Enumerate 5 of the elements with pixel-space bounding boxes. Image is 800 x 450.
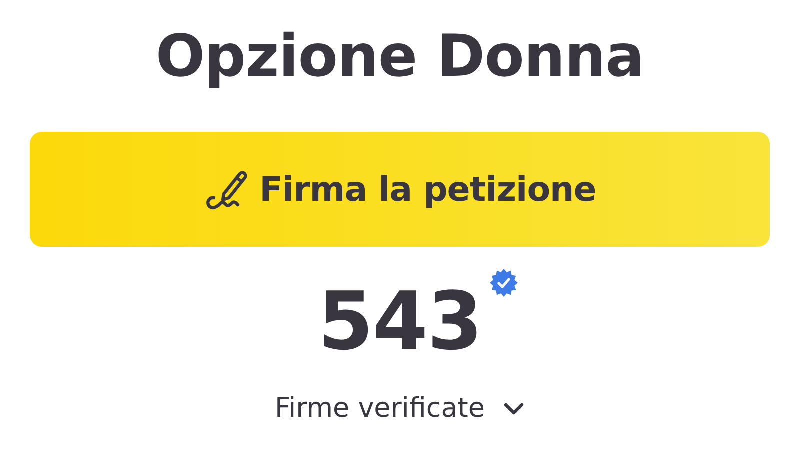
chevron-icon [502,402,525,416]
sign-petition-button[interactable]: Firma la petizione [30,132,770,247]
page-title: Opzione Donna [156,21,644,92]
verified-signatures-toggle[interactable]: Firme verificate [275,391,525,427]
signature-count: 543 [318,275,482,368]
